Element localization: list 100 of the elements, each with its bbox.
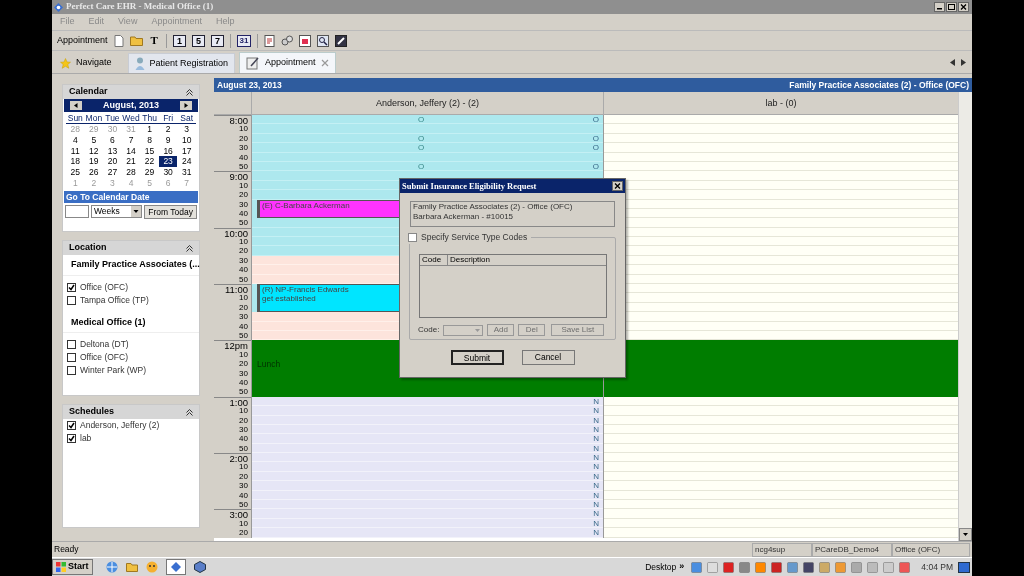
month-view-button[interactable]: 31 bbox=[236, 34, 251, 47]
calendar-day[interactable]: 14 bbox=[121, 145, 141, 157]
collapse-icon[interactable] bbox=[186, 244, 193, 252]
folder-icon[interactable] bbox=[129, 35, 143, 46]
calendar-day[interactable]: 12 bbox=[84, 145, 104, 157]
time-slot[interactable]: N bbox=[252, 462, 603, 472]
time-slot[interactable]: N bbox=[252, 406, 603, 416]
calendar-day[interactable]: 23 bbox=[158, 156, 178, 168]
calendar-day[interactable]: 7 bbox=[121, 134, 141, 146]
scroll-right-icon[interactable] bbox=[961, 59, 966, 66]
calendar-day[interactable]: 6 bbox=[103, 134, 122, 146]
minimize-icon[interactable] bbox=[934, 2, 945, 12]
calendar-day[interactable]: 18 bbox=[66, 156, 85, 168]
calendar-day[interactable]: 4 bbox=[66, 134, 85, 146]
time-slot[interactable]: N bbox=[252, 424, 603, 435]
calendar-day[interactable]: 31 bbox=[177, 167, 196, 178]
calendar-day[interactable]: 1 bbox=[140, 124, 159, 135]
time-slot[interactable]: N bbox=[252, 415, 603, 425]
globe-icon[interactable] bbox=[105, 561, 118, 573]
time-slot[interactable]: O O bbox=[252, 143, 603, 153]
day-view-button[interactable]: 1 bbox=[172, 34, 186, 47]
navigate-button[interactable]: Navigate bbox=[56, 53, 116, 73]
date-input[interactable] bbox=[65, 204, 89, 218]
new-document-icon[interactable] bbox=[113, 34, 124, 47]
calendar-day[interactable]: 2 bbox=[158, 124, 178, 135]
time-slot[interactable]: O O bbox=[252, 161, 603, 172]
from-today-button[interactable]: From Today bbox=[144, 204, 197, 219]
time-label: 2:00 bbox=[229, 454, 248, 464]
dialog-button[interactable]: Submit bbox=[450, 350, 504, 365]
time-slot[interactable]: N bbox=[252, 490, 603, 500]
time-slot[interactable]: N bbox=[252, 481, 603, 491]
time-slot[interactable]: N bbox=[252, 396, 603, 407]
previous-month-icon[interactable] bbox=[70, 101, 82, 110]
day-view-button[interactable]: 7 bbox=[210, 34, 224, 47]
calendar-day[interactable]: 15 bbox=[140, 145, 159, 157]
calendar-day[interactable]: 3 bbox=[177, 124, 196, 135]
slot-marker: N bbox=[593, 499, 599, 511]
time-slot[interactable]: N bbox=[252, 528, 603, 538]
checkbox[interactable] bbox=[67, 366, 76, 375]
scroll-left-icon[interactable] bbox=[950, 59, 955, 66]
time-slot[interactable]: N bbox=[252, 518, 603, 529]
calendar-day[interactable]: 25 bbox=[66, 167, 85, 178]
time-slot[interactable]: N bbox=[252, 443, 603, 454]
time-slot[interactable]: N bbox=[252, 509, 603, 519]
checkbox[interactable] bbox=[67, 282, 76, 292]
search-icon[interactable] bbox=[316, 34, 329, 47]
cube-icon[interactable] bbox=[193, 561, 206, 573]
calendar-day[interactable]: 29 bbox=[140, 167, 159, 178]
text-button[interactable]: T bbox=[148, 32, 160, 49]
toolbar-chevron[interactable]: » bbox=[679, 560, 685, 574]
calendar-day[interactable]: 27 bbox=[103, 167, 122, 178]
time-slot[interactable]: O O bbox=[252, 133, 603, 144]
calendar-day[interactable]: 20 bbox=[103, 156, 122, 168]
checkbox[interactable] bbox=[408, 232, 417, 242]
next-month-icon[interactable] bbox=[180, 101, 192, 110]
unit-dropdown[interactable]: Weeks bbox=[91, 204, 143, 218]
smiley-icon[interactable] bbox=[145, 561, 158, 573]
calendar-day[interactable]: 26 bbox=[84, 167, 104, 178]
calendar-day[interactable]: 9 bbox=[158, 134, 178, 146]
calendar-day[interactable]: 21 bbox=[121, 156, 141, 168]
calendar-day[interactable]: 28 bbox=[121, 167, 141, 178]
report-icon[interactable] bbox=[263, 34, 275, 47]
collapse-icon[interactable] bbox=[186, 408, 193, 416]
time-slot[interactable]: N bbox=[252, 471, 603, 482]
time-slot[interactable]: O O bbox=[252, 115, 603, 125]
calendar-day[interactable]: 10 bbox=[177, 134, 196, 146]
maximize-icon[interactable] bbox=[946, 2, 957, 12]
checkbox[interactable] bbox=[67, 421, 76, 430]
edit-icon[interactable] bbox=[334, 34, 347, 47]
start-button[interactable]: Start bbox=[52, 559, 93, 575]
show-desktop-icon[interactable] bbox=[958, 561, 970, 573]
calendar-day[interactable]: 24 bbox=[177, 156, 196, 168]
calendar-day[interactable]: 22 bbox=[140, 156, 159, 168]
time-slot[interactable]: N bbox=[252, 434, 603, 444]
calendar-day[interactable]: 30 bbox=[158, 167, 178, 178]
taskbar-app-button[interactable] bbox=[165, 559, 186, 575]
calendar-day[interactable]: 16 bbox=[158, 145, 178, 157]
calendar-day[interactable]: 5 bbox=[84, 134, 104, 146]
dialog-button[interactable]: Cancel bbox=[521, 350, 575, 365]
day-view-button[interactable]: 5 bbox=[191, 34, 205, 47]
calendar-day[interactable]: 8 bbox=[140, 134, 159, 146]
time-slot[interactable]: N bbox=[252, 453, 603, 463]
tab[interactable]: Patient Registration bbox=[127, 53, 236, 73]
calendar-day[interactable]: 13 bbox=[103, 145, 122, 157]
code-dropdown[interactable] bbox=[443, 324, 484, 336]
close-icon[interactable] bbox=[958, 2, 969, 12]
checkbox[interactable] bbox=[67, 340, 76, 349]
calendar-icon[interactable] bbox=[298, 34, 311, 47]
time-slot[interactable]: N bbox=[252, 500, 603, 510]
close-icon[interactable] bbox=[612, 181, 623, 191]
folder-icon[interactable] bbox=[125, 561, 138, 573]
calendar-day[interactable]: 19 bbox=[84, 156, 104, 168]
scroll-down-icon[interactable] bbox=[959, 528, 972, 541]
tab[interactable]: Appointment bbox=[239, 52, 336, 73]
checkbox[interactable] bbox=[67, 353, 76, 362]
calendar-day[interactable]: 17 bbox=[177, 145, 196, 157]
checkbox[interactable] bbox=[67, 295, 76, 305]
checkbox[interactable] bbox=[67, 434, 76, 443]
calendar-day[interactable]: 11 bbox=[66, 145, 85, 157]
collapse-icon[interactable] bbox=[186, 88, 193, 96]
